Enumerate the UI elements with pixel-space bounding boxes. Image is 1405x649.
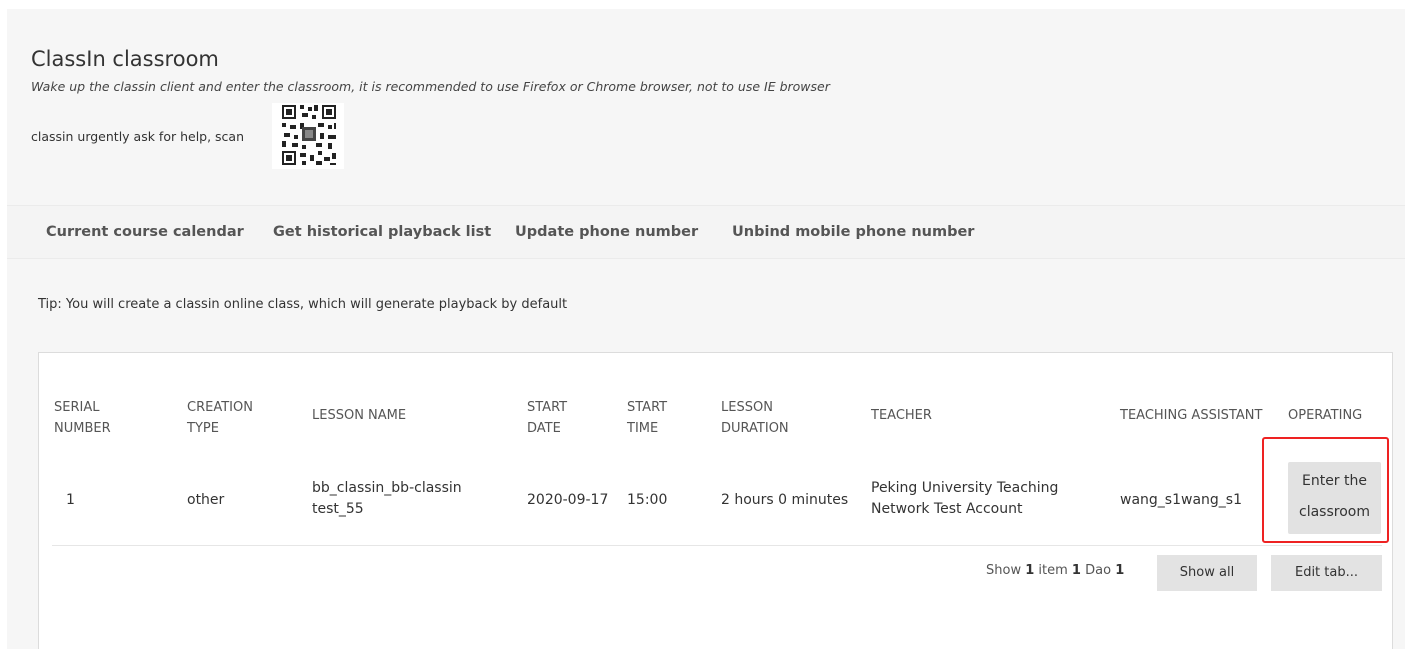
edit-tab-button[interactable]: Edit tab... (1271, 555, 1382, 591)
column-header-start-time: START TIME (627, 400, 668, 436)
cell-start-time: 15:00 (627, 492, 668, 508)
column-header-start-date: START DATE (527, 400, 568, 436)
row-divider (52, 545, 1382, 546)
divider (7, 258, 1405, 259)
column-header-teacher: TEACHER (871, 408, 932, 423)
cell-teacher: Peking University Teaching Network Test A… (871, 480, 1059, 517)
column-header-assistant: TEACHING ASSISTANT (1120, 408, 1263, 423)
cell-duration: 2 hours 0 minutes (721, 492, 849, 508)
nav-item-unbind-phone[interactable]: Unbind mobile phone number (732, 224, 974, 240)
cell-serial: 1 (66, 492, 75, 508)
page-subtitle: Wake up the classin client and enter the… (31, 79, 830, 94)
highlight-box (1262, 437, 1389, 543)
page-title: ClassIn classroom (31, 47, 219, 71)
nav-item-playback-list[interactable]: Get historical playback list (273, 224, 491, 240)
column-header-serial: SERIAL NUMBER (54, 400, 111, 436)
show-all-button[interactable]: Show all (1157, 555, 1257, 591)
top-strip (0, 0, 1405, 9)
help-text: classin urgently ask for help, scan (31, 129, 245, 144)
cell-lesson-name: bb_classin_bb-classin test_55 (312, 480, 462, 517)
qr-code-icon (272, 103, 344, 169)
cell-start-date: 2020-09-17 (527, 492, 609, 508)
tip-text: Tip: You will create a classin online cl… (38, 297, 568, 312)
cell-assistant: wang_s1wang_s1 (1120, 492, 1242, 508)
cell-creation-type: other (187, 492, 225, 508)
column-header-creation-type: CREATION TYPE (187, 400, 253, 436)
nav-item-update-phone[interactable]: Update phone number (515, 224, 698, 240)
pagination-info: Show 1 item 1 Dao 1 (986, 563, 1125, 578)
nav-item-course-calendar[interactable]: Current course calendar (46, 224, 244, 240)
column-header-lesson-name: LESSON NAME (312, 408, 407, 423)
nav-bar: Current course calendar Get historical p… (7, 206, 1405, 258)
column-header-duration: LESSON DURATION (721, 400, 789, 436)
column-header-operating: OPERATING (1288, 408, 1363, 423)
